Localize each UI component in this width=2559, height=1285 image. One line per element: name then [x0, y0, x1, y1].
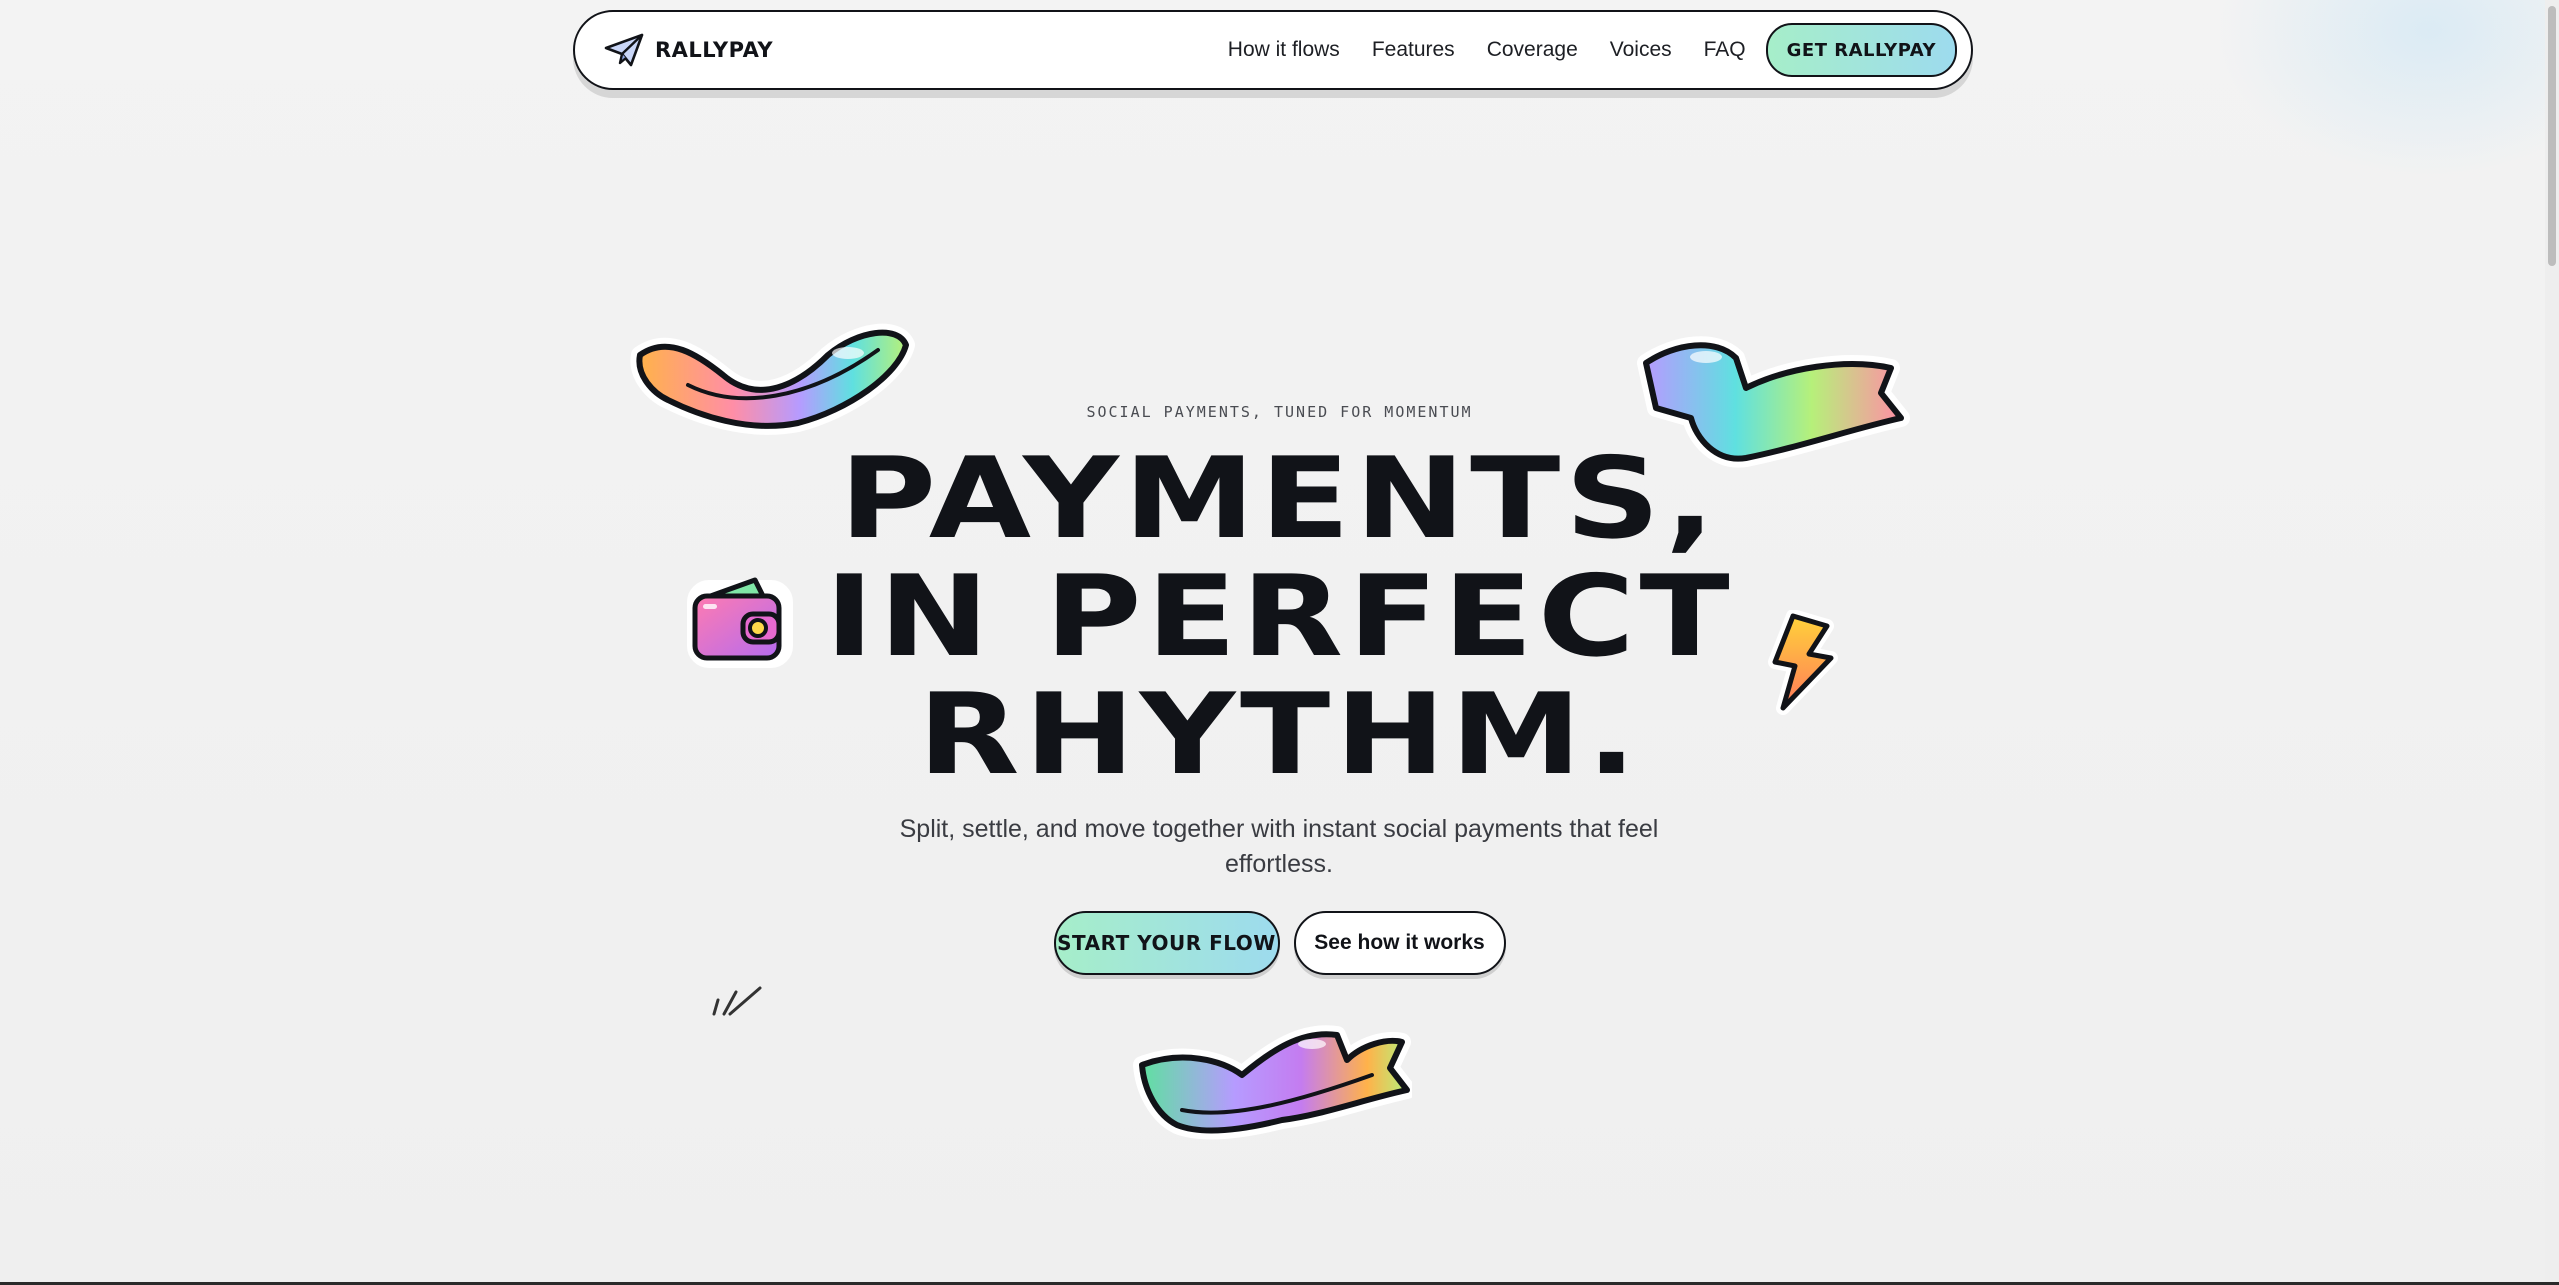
- hero-headline: PAYMENTS, IN PERFECT RHYTHM.: [0, 440, 2559, 794]
- navbar: RALLYPAY How it flows Features Coverage …: [573, 10, 1973, 98]
- headline-line: RHYTHM.: [917, 670, 1642, 800]
- page-scrollbar[interactable]: [2545, 0, 2559, 1285]
- hero-actions: START YOUR FLOW See how it works: [0, 911, 2559, 975]
- brand-name: RALLYPAY: [655, 38, 774, 62]
- hero-subtitle: Split, settle, and move together with in…: [899, 815, 1659, 878]
- ribbon-sticker: [1133, 1025, 1412, 1140]
- navbar-pill: RALLYPAY How it flows Features Coverage …: [573, 10, 1973, 90]
- scrollbar-thumb[interactable]: [2548, 6, 2556, 266]
- nav-link-features[interactable]: Features: [1372, 38, 1455, 62]
- headline-line: PAYMENTS,: [839, 434, 1720, 564]
- nav-links: How it flows Features Coverage Voices FA…: [1228, 23, 1957, 77]
- ribbon-sticker: [630, 323, 915, 435]
- get-rallypay-button[interactable]: GET RALLYPAY: [1765, 23, 1957, 77]
- background-glow: [2219, 0, 2559, 180]
- start-your-flow-button[interactable]: START YOUR FLOW: [1053, 911, 1280, 975]
- hero-eyebrow: SOCIAL PAYMENTS, TUNED FOR MOMENTUM: [1086, 403, 1473, 421]
- nav-link-coverage[interactable]: Coverage: [1487, 38, 1578, 62]
- brand-logo[interactable]: RALLYPAY: [603, 32, 773, 68]
- nav-link-how-it-flows[interactable]: How it flows: [1228, 38, 1340, 62]
- headline-line: IN PERFECT: [824, 552, 1735, 682]
- paper-plane-icon: [604, 33, 644, 67]
- landing-page: RALLYPAY How it flows Features Coverage …: [0, 0, 2559, 1285]
- nav-link-faq[interactable]: FAQ: [1704, 38, 1746, 62]
- see-how-it-works-button[interactable]: See how it works: [1293, 911, 1506, 975]
- sparkle-lines-icon: [712, 986, 762, 1016]
- nav-link-voices[interactable]: Voices: [1610, 38, 1672, 62]
